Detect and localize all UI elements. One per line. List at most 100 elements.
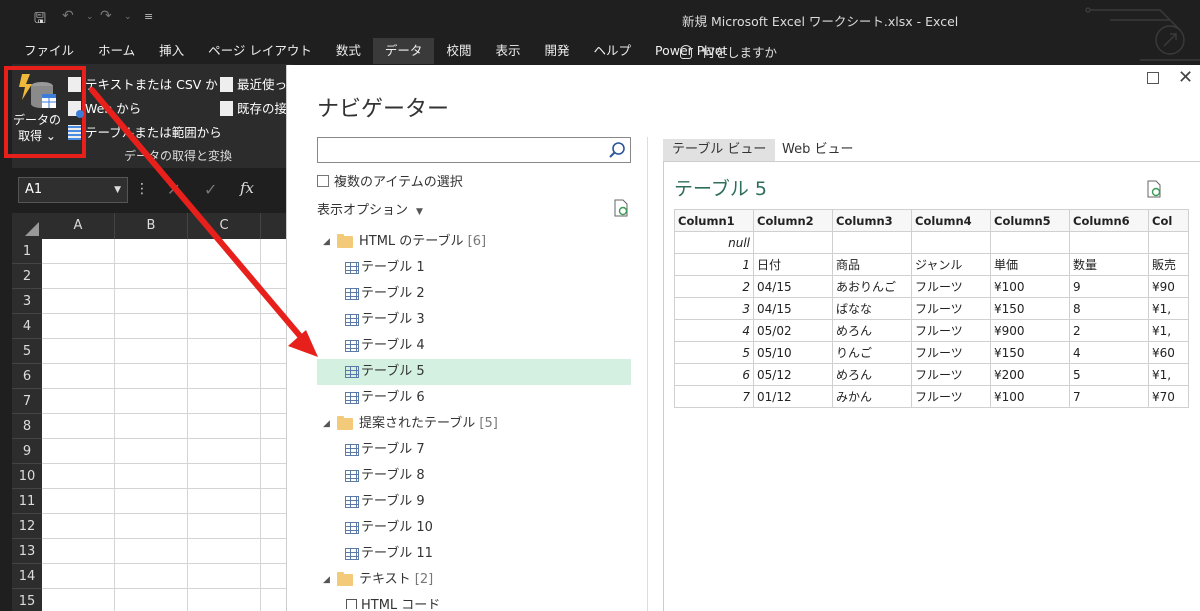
preview-column-header[interactable]: Column1 <box>674 209 754 232</box>
from-web-button[interactable]: Web から <box>68 98 141 118</box>
tree-item[interactable]: テーブル 7 <box>317 437 631 463</box>
row-header[interactable]: 2 <box>12 264 42 289</box>
ribbon-tab[interactable]: ファイル <box>12 38 86 64</box>
preview-cell: 4 <box>1069 341 1149 364</box>
collapse-triangle-icon[interactable]: ◢ <box>323 411 330 437</box>
tree-item[interactable]: テーブル 11 <box>317 541 631 567</box>
row-header[interactable]: 14 <box>12 564 42 589</box>
from-table-range-button[interactable]: テーブルまたは範囲から <box>68 122 222 141</box>
ribbon-tab[interactable]: データ <box>372 38 435 64</box>
tree-item[interactable]: テーブル 8 <box>317 463 631 489</box>
customize-qat-icon[interactable]: ≡ <box>144 10 153 23</box>
tree-folder[interactable]: ◢ 提案されたテーブル [5] <box>317 411 631 437</box>
preview-cell <box>990 231 1070 254</box>
column-header[interactable]: C <box>188 213 261 239</box>
refresh-icon[interactable] <box>1146 180 1162 198</box>
tree-item[interactable]: テーブル 4 <box>317 333 631 359</box>
ribbon-tab[interactable]: 数式 <box>324 38 373 64</box>
preview-column-header[interactable]: Col <box>1148 209 1189 232</box>
title-bar: 🖫 ↶ ⌄ ↷ ⌄ ≡ 新規 Microsoft Excel ワークシート.xl… <box>0 0 1200 61</box>
search-input[interactable] <box>317 137 631 163</box>
preview-cell: 6 <box>674 363 754 386</box>
enter-check-icon[interactable]: ✓ <box>204 180 217 199</box>
row-header[interactable]: 1 <box>12 239 42 264</box>
ribbon-tab[interactable]: 校閲 <box>434 38 483 64</box>
checkbox-icon[interactable] <box>317 175 329 187</box>
tree-item[interactable]: テーブル 9 <box>317 489 631 515</box>
cancel-icon[interactable]: ✕ <box>167 180 180 199</box>
row-header[interactable]: 13 <box>12 539 42 564</box>
collapse-triangle-icon[interactable]: ◢ <box>323 229 330 255</box>
table-icon <box>345 470 359 482</box>
row-header[interactable]: 8 <box>12 414 42 439</box>
tree-folder[interactable]: ◢ HTML のテーブル [6] <box>317 229 631 255</box>
tree-item[interactable]: テーブル 2 <box>317 281 631 307</box>
display-options-dropdown[interactable]: 表示オプション ▼ <box>317 199 423 218</box>
preview-pane: テーブル 5 Column1 Column2 Column3 Column4 Colum… <box>663 161 1200 611</box>
ribbon-tab[interactable]: 挿入 <box>147 38 196 64</box>
ribbon-tab[interactable]: ホーム <box>86 38 147 64</box>
existing-connections-button[interactable]: 既存の接 <box>220 98 287 117</box>
tree-item-label: テーブル 3 <box>361 312 425 327</box>
tree-item-label: HTML コード <box>361 598 441 609</box>
preview-column-header[interactable]: Column5 <box>990 209 1070 232</box>
tree-folder[interactable]: ◢ テキスト [2] <box>317 567 631 593</box>
maximize-icon[interactable] <box>1147 72 1159 84</box>
preview-cell: 2 <box>1069 319 1149 342</box>
tab-web-view[interactable]: Web ビュー <box>773 139 862 161</box>
redo-icon[interactable]: ↷ <box>100 8 112 24</box>
row-header[interactable]: 12 <box>12 514 42 539</box>
tree-item-label: テーブル 5 <box>361 364 425 379</box>
collapse-triangle-icon[interactable]: ◢ <box>323 567 330 593</box>
tab-table-view[interactable]: テーブル ビュー <box>663 139 776 161</box>
chevron-down-icon[interactable]: ▼ <box>114 178 121 202</box>
preview-column-header[interactable]: Column4 <box>911 209 991 232</box>
from-text-csv-button[interactable]: テキストまたは CSV から <box>68 74 230 93</box>
more-options-icon[interactable]: ⋮ <box>135 181 149 197</box>
preview-column-header[interactable]: Column2 <box>753 209 833 232</box>
tree-item[interactable]: テーブル 5 <box>317 359 631 385</box>
search-icon[interactable] <box>608 141 626 159</box>
pane-divider[interactable] <box>647 137 648 611</box>
row-header[interactable]: 7 <box>12 389 42 414</box>
ribbon-tab[interactable]: ヘルプ <box>581 38 643 64</box>
preview-cell: null <box>674 231 754 254</box>
tree-item[interactable]: テーブル 1 <box>317 255 631 281</box>
row-header[interactable]: 11 <box>12 489 42 514</box>
tree-item[interactable]: テーブル 10 <box>317 515 631 541</box>
preview-cell: 2 <box>674 275 754 298</box>
tree-item[interactable]: テーブル 6 <box>317 385 631 411</box>
name-box[interactable]: A1 ▼ <box>18 177 128 203</box>
row-header[interactable]: 4 <box>12 314 42 339</box>
row-header[interactable]: 9 <box>12 439 42 464</box>
row-header[interactable]: 3 <box>12 289 42 314</box>
column-header[interactable]: B <box>115 213 188 239</box>
undo-dropdown-icon[interactable]: ⌄ <box>86 12 94 22</box>
refresh-icon[interactable] <box>613 199 629 217</box>
preview-cell: めろん <box>832 363 912 386</box>
save-icon[interactable]: 🖫 <box>34 8 46 32</box>
navigator-tree: ◢ HTML のテーブル [6] テーブル 1 テーブル 2 テーブル 3 テーブル 4 テ… <box>317 229 631 609</box>
tell-me-search[interactable]: 何をしますか <box>680 42 777 61</box>
select-all-corner[interactable] <box>12 213 42 239</box>
close-icon[interactable]: ✕ <box>1178 67 1193 88</box>
redo-dropdown-icon[interactable]: ⌄ <box>124 12 132 22</box>
preview-cell: ¥150 <box>990 341 1070 364</box>
ribbon-tab[interactable]: 表示 <box>483 38 532 64</box>
column-header[interactable]: A <box>42 213 115 239</box>
ribbon-tab[interactable]: ページ レイアウト <box>196 38 324 64</box>
row-header[interactable]: 6 <box>12 364 42 389</box>
undo-icon[interactable]: ↶ <box>62 8 74 24</box>
preview-column-header[interactable]: Column3 <box>832 209 912 232</box>
insert-function-icon[interactable]: fx <box>240 179 254 197</box>
tree-item[interactable]: テーブル 3 <box>317 307 631 333</box>
multi-select-checkbox[interactable]: 複数のアイテムの選択 <box>317 171 463 190</box>
tree-item[interactable]: HTML コード <box>317 593 631 609</box>
row-header[interactable]: 15 <box>12 589 42 611</box>
cell-area[interactable] <box>42 239 292 611</box>
ribbon-tab[interactable]: 開発 <box>532 38 581 64</box>
row-header[interactable]: 5 <box>12 339 42 364</box>
worksheet-grid[interactable]: ABC 1 2 3 4 5 6 7 8 9 10 11 12 13 14 15 <box>12 213 292 611</box>
row-header[interactable]: 10 <box>12 464 42 489</box>
preview-column-header[interactable]: Column6 <box>1069 209 1149 232</box>
